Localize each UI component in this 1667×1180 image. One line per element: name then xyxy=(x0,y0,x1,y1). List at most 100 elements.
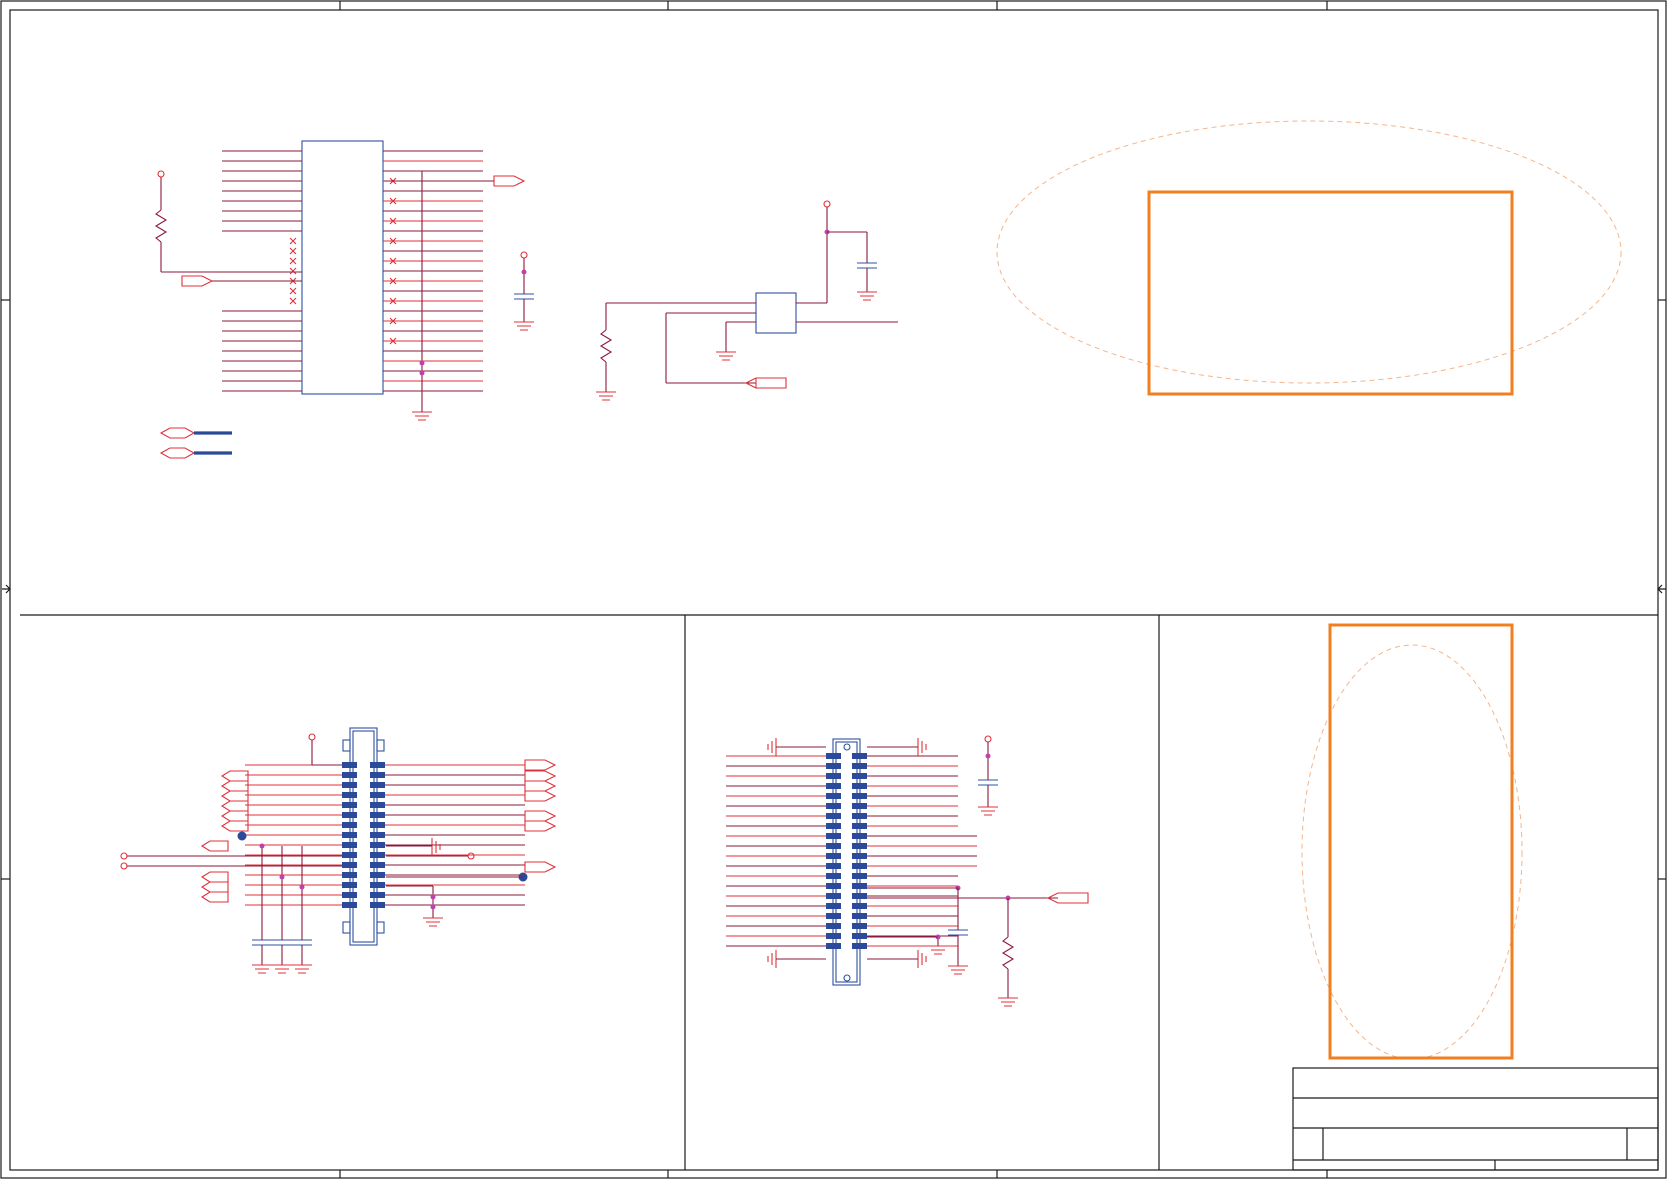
no-connect xyxy=(289,287,297,295)
drawing-frame xyxy=(0,0,1667,1179)
pad xyxy=(342,862,357,868)
pad xyxy=(852,753,867,759)
junction xyxy=(259,843,265,849)
pad xyxy=(852,893,867,899)
highlight-box-top xyxy=(996,120,1622,396)
pad xyxy=(342,832,357,838)
pad xyxy=(852,903,867,909)
pullup-resistor xyxy=(154,170,302,287)
pad xyxy=(852,933,867,939)
pad xyxy=(852,873,867,879)
pad xyxy=(342,802,357,808)
port-tag xyxy=(181,275,214,287)
pad xyxy=(852,923,867,929)
pad xyxy=(370,762,385,768)
pad xyxy=(342,882,357,888)
no-connect xyxy=(289,297,297,305)
pad xyxy=(826,923,841,929)
pad xyxy=(342,822,357,828)
port-tag xyxy=(220,790,249,802)
pad xyxy=(370,902,385,908)
pad xyxy=(852,783,867,789)
pad xyxy=(826,763,841,769)
pad xyxy=(852,943,867,949)
port-tag xyxy=(200,881,229,893)
no-connect xyxy=(289,267,297,275)
pad xyxy=(852,883,867,889)
pad xyxy=(826,943,841,949)
pad xyxy=(826,753,841,759)
pad xyxy=(370,892,385,898)
pad xyxy=(342,842,357,848)
port-tag xyxy=(524,810,557,822)
pad xyxy=(826,933,841,939)
pad xyxy=(370,862,385,868)
pad xyxy=(370,802,385,808)
port-tag xyxy=(220,810,249,822)
pad xyxy=(826,813,841,819)
port-tag xyxy=(524,759,557,771)
pad xyxy=(370,822,385,828)
pad xyxy=(826,873,841,879)
port-tag xyxy=(524,770,557,782)
pad xyxy=(826,893,841,899)
connector-j1 xyxy=(120,727,557,974)
pad xyxy=(342,772,357,778)
pad xyxy=(370,812,385,818)
no-connect xyxy=(289,257,297,265)
port-tag xyxy=(524,790,557,802)
schematic-sheet xyxy=(0,0,1667,1180)
ground-symbol xyxy=(252,964,272,974)
pad xyxy=(342,872,357,878)
pad xyxy=(826,913,841,919)
pad xyxy=(342,782,357,788)
no-connect xyxy=(289,247,297,255)
pad xyxy=(370,872,385,878)
pad xyxy=(852,843,867,849)
pad xyxy=(852,803,867,809)
ground-symbol xyxy=(272,964,292,974)
pad xyxy=(852,773,867,779)
pad xyxy=(826,823,841,829)
pad xyxy=(852,793,867,799)
pad xyxy=(852,853,867,859)
port-tag xyxy=(200,840,229,852)
ground-symbol xyxy=(292,964,312,974)
title-block xyxy=(1292,1067,1659,1171)
pad xyxy=(342,892,357,898)
pad xyxy=(342,902,357,908)
pad xyxy=(852,763,867,769)
pad xyxy=(826,863,841,869)
port-tag xyxy=(220,820,249,832)
pad xyxy=(826,803,841,809)
port-tag xyxy=(200,891,229,903)
pad xyxy=(852,833,867,839)
pad xyxy=(826,833,841,839)
pad xyxy=(370,772,385,778)
pad xyxy=(342,762,357,768)
pad xyxy=(342,812,357,818)
pad xyxy=(370,882,385,888)
port-tag xyxy=(220,800,249,812)
port-tag xyxy=(200,871,229,883)
pad xyxy=(826,853,841,859)
port-tag xyxy=(220,780,249,792)
ic-u2 xyxy=(596,200,898,401)
port-tag xyxy=(524,861,557,873)
pad xyxy=(370,782,385,788)
pad xyxy=(826,843,841,849)
decoupling-capacitor xyxy=(514,251,534,331)
bus-ports xyxy=(159,427,232,459)
pad xyxy=(370,832,385,838)
pad xyxy=(342,852,357,858)
pad xyxy=(826,793,841,799)
pad xyxy=(852,813,867,819)
port-tag xyxy=(493,175,526,187)
connector-j2 xyxy=(726,735,1089,1007)
pad xyxy=(852,863,867,869)
pad xyxy=(826,773,841,779)
pad xyxy=(370,852,385,858)
pad xyxy=(826,883,841,889)
port-tag xyxy=(524,820,557,832)
pad xyxy=(826,903,841,909)
